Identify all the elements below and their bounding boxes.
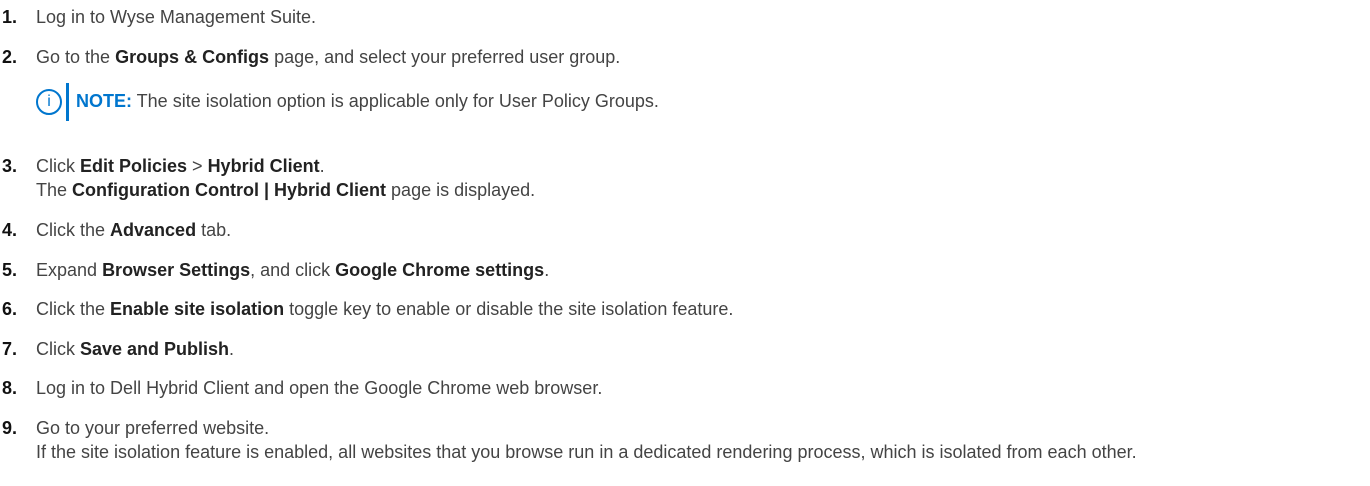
step-number: 8. [2,378,18,398]
ui-term: Configuration Control | Hybrid Client [72,180,387,200]
step-4: 4. Click the Advanced tab. [0,218,1366,242]
step-number: 2. [2,47,18,67]
step-text: Log in to Wyse Management Suite. [36,7,316,27]
ui-term: Edit Policies [80,156,188,176]
step-text: Click the Advanced tab. [36,220,232,240]
step-2: 2. Go to the Groups & Configs page, and … [0,45,1366,121]
step-text: Go to your preferred website. [36,418,270,438]
step-number: 6. [2,299,18,319]
step-6: 6. Click the Enable site isolation toggl… [0,297,1366,321]
step-9: 9. Go to your preferred website. If the … [0,416,1366,464]
ui-term: Groups & Configs [115,47,270,67]
procedure-document: 1. Log in to Wyse Management Suite. 2. G… [0,0,1370,486]
step-number: 3. [2,156,18,176]
step-1: 1. Log in to Wyse Management Suite. [0,5,1366,29]
ui-term: Browser Settings [102,260,251,280]
step-text: Click Save and Publish. [36,339,235,359]
ui-term: Save and Publish [80,339,230,359]
step-number: 1. [2,7,18,27]
ui-term: Google Chrome settings [335,260,545,280]
step-result: The Configuration Control | Hybrid Clien… [36,180,536,200]
step-number: 4. [2,220,18,240]
step-text: Go to the Groups & Configs page, and sel… [36,47,621,67]
step-7: 7. Click Save and Publish. [0,337,1366,361]
ui-term: Hybrid Client [207,156,320,176]
step-text: Log in to Dell Hybrid Client and open th… [36,378,603,398]
step-3: 3. Click Edit Policies > Hybrid Client. … [0,154,1366,202]
step-5: 5. Expand Browser Settings, and click Go… [0,258,1366,282]
step-text: Click Edit Policies > Hybrid Client. [36,156,325,176]
ui-term: Advanced [110,220,197,240]
ui-term: Enable site isolation [110,299,285,319]
step-text: Expand Browser Settings, and click Googl… [36,260,550,280]
step-number: 5. [2,260,18,280]
step-result: If the site isolation feature is enabled… [36,442,1137,462]
info-icon: i [36,89,62,115]
note-divider [66,83,69,121]
note-callout: i NOTE: The site isolation option is app… [36,83,1136,121]
note-text: NOTE: The site isolation option is appli… [76,91,659,111]
step-number: 7. [2,339,18,359]
step-number: 9. [2,418,18,438]
note-label: NOTE: [76,91,132,111]
step-text: Click the Enable site isolation toggle k… [36,299,734,319]
step-8: 8. Log in to Dell Hybrid Client and open… [0,376,1366,400]
